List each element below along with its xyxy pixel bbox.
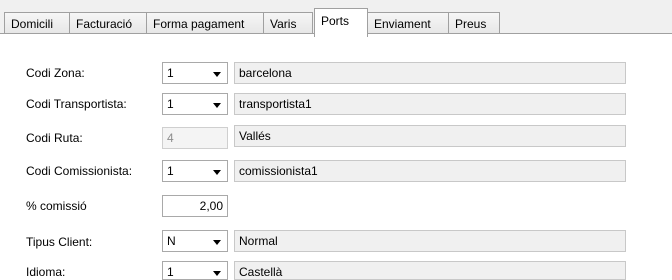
tab-strip: Domicili Facturació Forma pagament Varis… <box>0 0 672 37</box>
idioma-select[interactable]: 1 <box>162 261 228 280</box>
codi-ruta-value: 4 <box>167 131 174 145</box>
chevron-down-icon[interactable] <box>213 240 221 245</box>
tab-forma-pagament[interactable]: Forma pagament <box>146 12 264 33</box>
codi-comissionista-description-text: comissionista1 <box>239 164 318 178</box>
codi-comissionista-value: 1 <box>167 164 174 178</box>
codi-ruta-description: Vallés <box>234 125 626 147</box>
codi-zona-description-text: barcelona <box>239 66 292 80</box>
comissio-value: 2,00 <box>199 199 223 213</box>
codi-transportista-description-text: transportista1 <box>239 97 312 111</box>
chevron-down-icon[interactable] <box>213 170 221 175</box>
idioma-description: Castellà <box>234 261 626 280</box>
chevron-down-icon[interactable] <box>213 271 221 276</box>
tipus-client-value: N <box>167 234 176 248</box>
tipus-client-description: Normal <box>234 230 626 252</box>
tab-facturacio[interactable]: Facturació <box>69 12 147 33</box>
codi-zona-description: barcelona <box>234 62 626 84</box>
tipus-client-label: Tipus Client: <box>26 235 93 249</box>
chevron-down-icon[interactable] <box>213 103 221 108</box>
codi-comissionista-select[interactable]: 1 <box>162 160 228 182</box>
codi-ruta-label: Codi Ruta: <box>26 131 83 145</box>
codi-comissionista-description: comissionista1 <box>234 160 626 182</box>
tab-ports[interactable]: Ports <box>314 8 368 37</box>
comissio-label: % comissió <box>26 199 87 213</box>
codi-transportista-label: Codi Transportista: <box>26 97 127 111</box>
codi-transportista-description: transportista1 <box>234 93 626 115</box>
tab-domicili[interactable]: Domicili <box>4 12 70 33</box>
codi-transportista-value: 1 <box>167 97 174 111</box>
idioma-value: 1 <box>167 265 174 279</box>
codi-zona-select[interactable]: 1 <box>162 62 228 84</box>
codi-ruta-description-text: Vallés <box>239 129 271 143</box>
comissio-input[interactable]: 2,00 <box>162 195 228 217</box>
tipus-client-select[interactable]: N <box>162 230 228 252</box>
codi-comissionista-label: Codi Comissionista: <box>26 164 133 178</box>
idioma-label: Idioma: <box>26 265 66 279</box>
tab-preus[interactable]: Preus <box>448 12 500 33</box>
tipus-client-description-text: Normal <box>239 234 278 248</box>
codi-zona-label: Codi Zona: <box>26 66 85 80</box>
codi-ruta-field: 4 <box>162 127 228 149</box>
codi-transportista-select[interactable]: 1 <box>162 93 228 115</box>
tab-varis[interactable]: Varis <box>263 12 313 33</box>
idioma-description-text: Castellà <box>239 265 283 279</box>
chevron-down-icon[interactable] <box>213 72 221 77</box>
codi-zona-value: 1 <box>167 66 174 80</box>
tab-enviament[interactable]: Enviament <box>367 12 449 33</box>
